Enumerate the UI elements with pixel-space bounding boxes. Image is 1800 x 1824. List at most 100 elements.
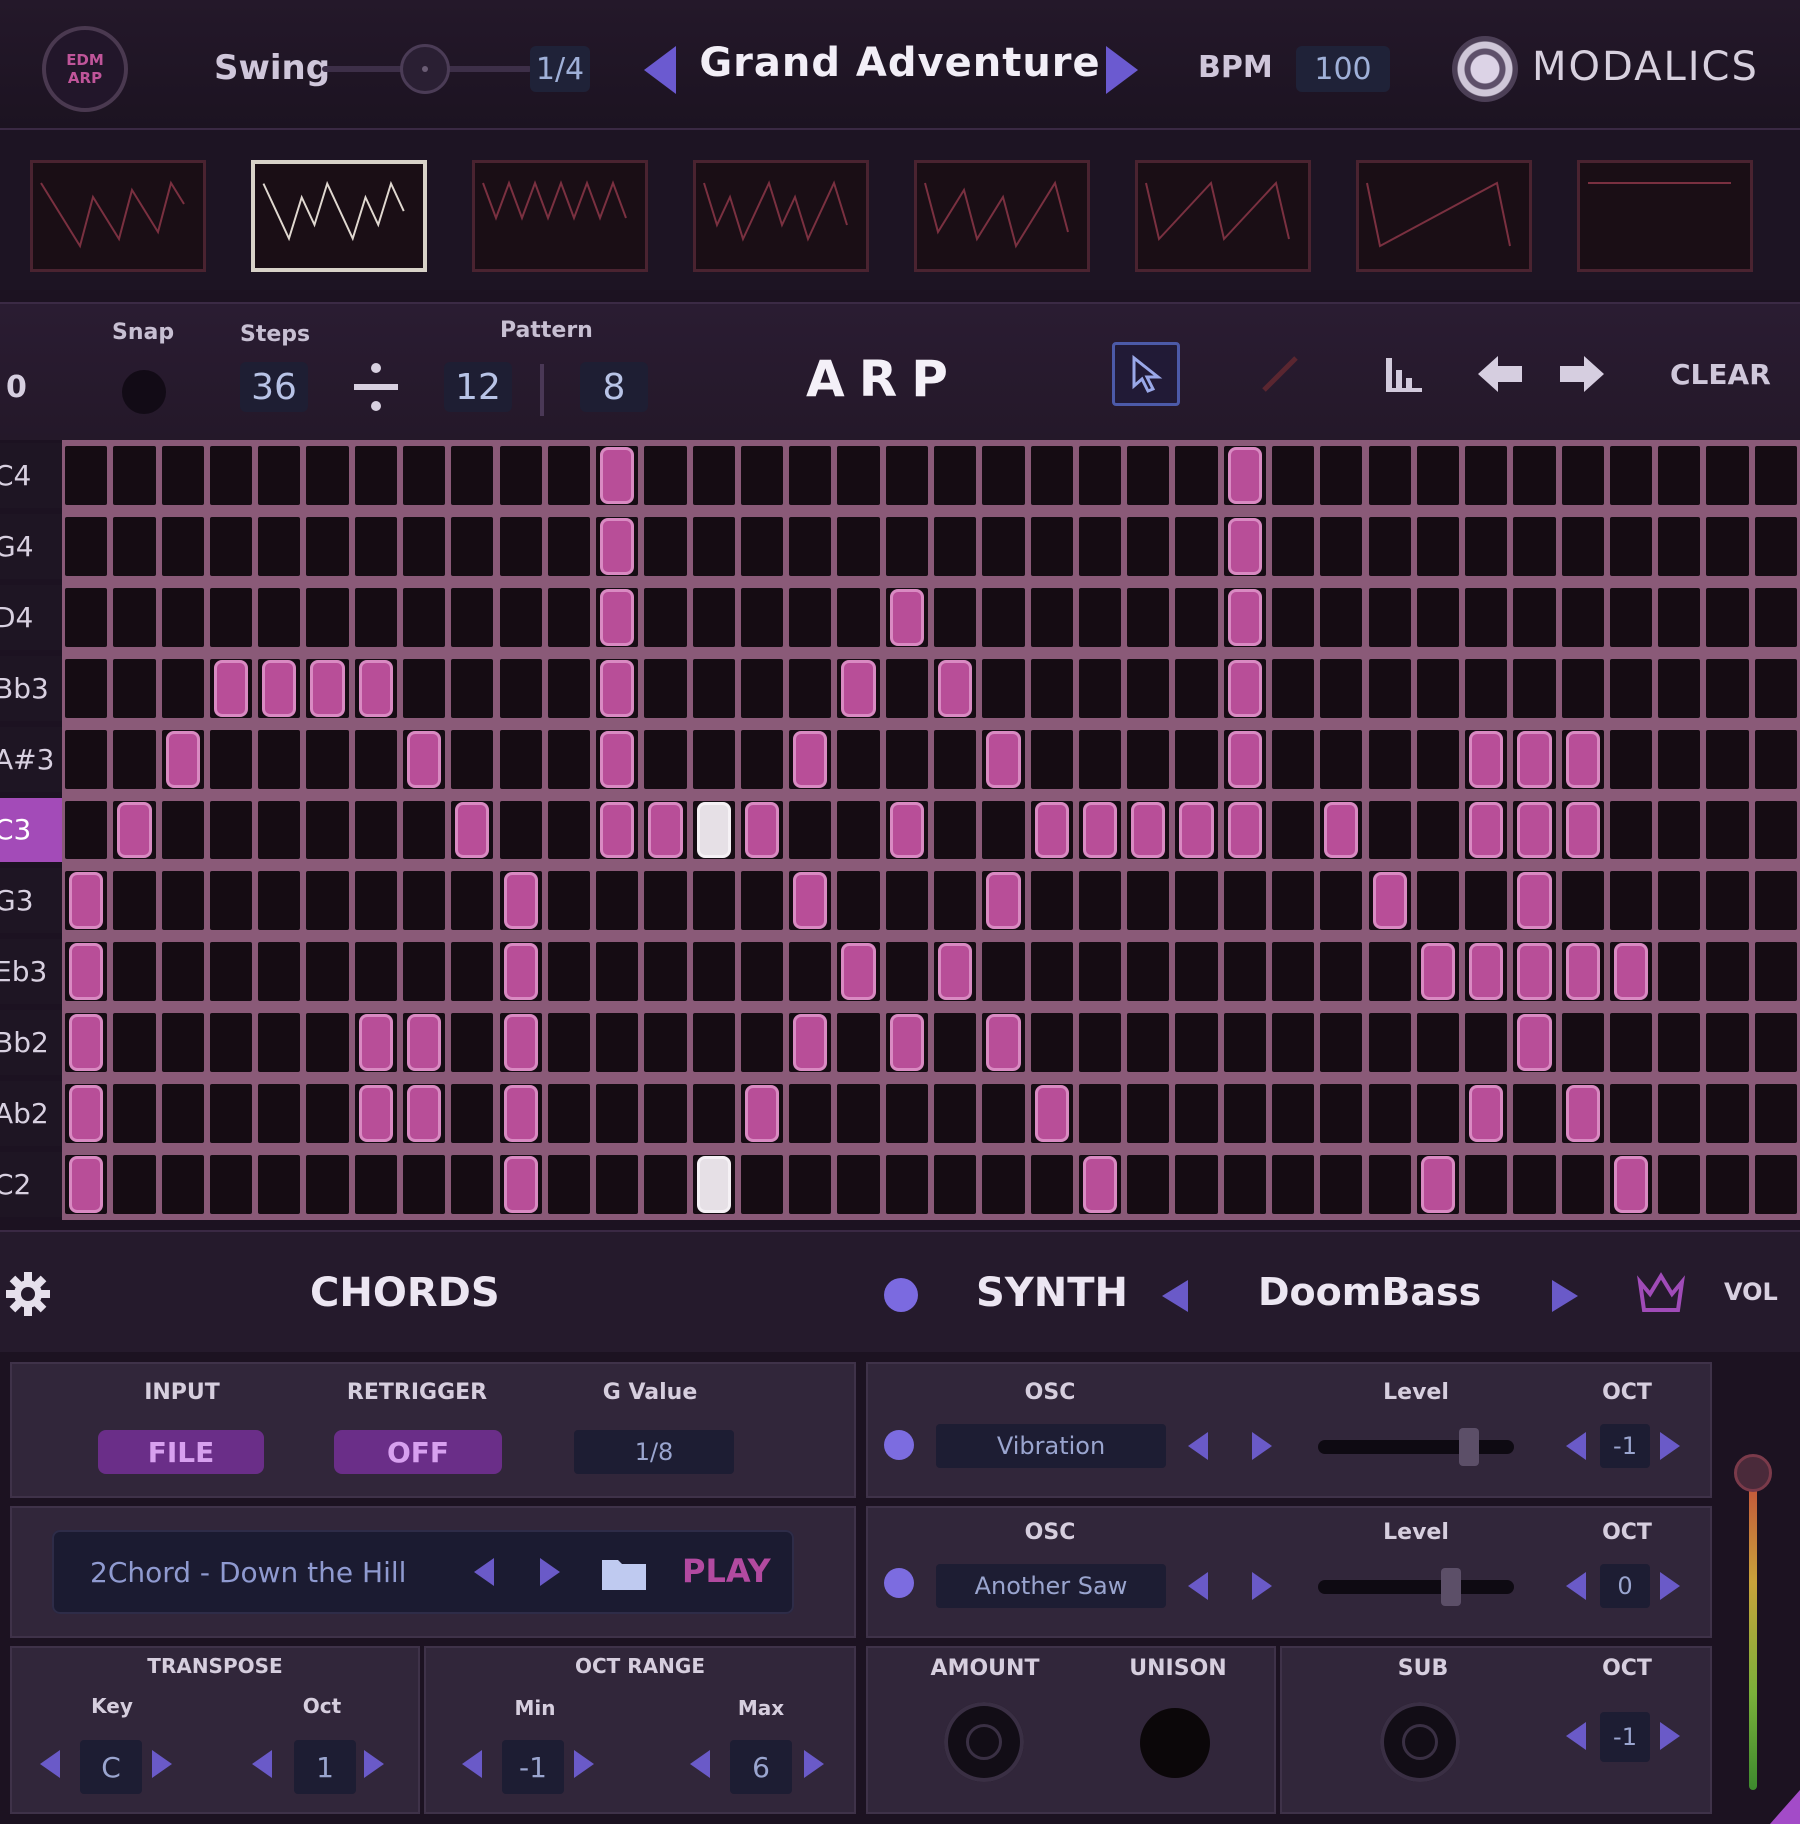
grid-cell[interactable] (402, 446, 446, 505)
grid-cell[interactable] (499, 446, 542, 505)
grid-cell[interactable] (258, 446, 301, 505)
grid-cell[interactable] (1416, 587, 1460, 647)
grid-cell[interactable] (1223, 1084, 1266, 1144)
grid-cell[interactable] (1706, 800, 1749, 860)
grid-cell[interactable] (644, 1013, 687, 1073)
arp-note[interactable] (1034, 801, 1069, 859)
osc2-level-thumb[interactable] (1441, 1568, 1462, 1606)
grid-cell[interactable] (789, 658, 832, 718)
step-grid[interactable] (62, 440, 1800, 1220)
grid-cell[interactable] (692, 1013, 735, 1073)
grid-cell[interactable] (1658, 1084, 1701, 1144)
grid-cell[interactable] (982, 1084, 1025, 1144)
steps-value[interactable]: 36 (240, 362, 308, 412)
grid-cell[interactable] (644, 658, 687, 718)
grid-cell[interactable] (1706, 446, 1749, 505)
grid-cell[interactable] (161, 1155, 204, 1214)
piano-key[interactable]: D4 (0, 584, 62, 650)
grid-cell[interactable] (1561, 871, 1604, 931)
arp-note[interactable] (358, 1014, 393, 1072)
grid-cell[interactable] (1561, 1013, 1604, 1073)
grid-cell[interactable] (692, 516, 735, 576)
grid-cell[interactable] (402, 800, 446, 860)
grid-cell[interactable] (306, 800, 349, 860)
arp-note[interactable] (69, 872, 104, 930)
arp-note[interactable] (600, 588, 635, 646)
arp-note[interactable] (986, 872, 1021, 930)
grid-cell[interactable] (209, 871, 253, 931)
resize-handle[interactable] (1770, 1790, 1800, 1824)
arp-note[interactable] (1420, 943, 1456, 1001)
piano-key[interactable]: C4 (0, 443, 62, 508)
grid-cell[interactable] (1513, 446, 1556, 505)
grid-cell[interactable] (692, 942, 735, 1002)
arp-note[interactable] (696, 1156, 731, 1213)
arp-note[interactable] (503, 872, 538, 930)
grid-cell[interactable] (1127, 871, 1170, 931)
arp-note[interactable] (793, 730, 828, 788)
grid-cell[interactable] (1706, 942, 1749, 1002)
grid-cell[interactable] (113, 729, 156, 789)
arp-note[interactable] (213, 659, 249, 717)
arp-note[interactable] (1469, 943, 1504, 1001)
arp-note[interactable] (938, 659, 973, 717)
grid-cell[interactable] (1706, 587, 1749, 647)
grid-cell[interactable] (1609, 446, 1653, 505)
arp-note[interactable] (503, 1085, 538, 1143)
arp-note[interactable] (1372, 872, 1407, 930)
arp-note[interactable] (358, 659, 393, 717)
grid-cell[interactable] (499, 587, 542, 647)
grid-cell[interactable] (1320, 871, 1363, 931)
grid-cell[interactable] (499, 800, 542, 860)
arp-note[interactable] (69, 943, 104, 1001)
grid-cell[interactable] (1658, 942, 1701, 1002)
grid-cell[interactable] (789, 587, 832, 647)
unison-toggle[interactable] (1140, 1708, 1210, 1778)
grid-cell[interactable] (1561, 658, 1604, 718)
grid-cell[interactable] (1754, 1084, 1797, 1144)
shift-left-arrow-icon[interactable] (1476, 352, 1526, 396)
synth-preset-name[interactable]: DoomBass (1258, 1270, 1481, 1314)
grid-cell[interactable] (1754, 587, 1797, 647)
grid-cell[interactable] (258, 729, 301, 789)
grid-cell[interactable] (934, 800, 977, 860)
grid-cell[interactable] (1127, 729, 1170, 789)
arp-note[interactable] (1179, 801, 1214, 859)
grid-cell[interactable] (451, 1013, 494, 1073)
grid-cell[interactable] (1030, 942, 1073, 1002)
arp-note[interactable] (406, 1085, 442, 1143)
grid-cell[interactable] (1658, 729, 1701, 789)
grid-cell[interactable] (1561, 1155, 1604, 1214)
grid-cell[interactable] (1223, 1013, 1266, 1073)
arp-note[interactable] (600, 447, 635, 504)
grid-cell[interactable] (982, 800, 1025, 860)
gear-icon[interactable] (4, 1270, 52, 1318)
grid-cell[interactable] (596, 1155, 639, 1214)
grid-cell[interactable] (1223, 1155, 1266, 1214)
grid-cell[interactable] (1271, 587, 1315, 647)
grid-cell[interactable] (209, 942, 253, 1002)
grid-cell[interactable] (837, 446, 880, 505)
arp-note[interactable] (744, 801, 780, 859)
grid-cell[interactable] (547, 871, 591, 931)
grid-cell[interactable] (451, 516, 494, 576)
input-file-button[interactable]: FILE (98, 1430, 264, 1474)
grid-cell[interactable] (258, 871, 301, 931)
grid-cell[interactable] (1754, 516, 1797, 576)
grid-cell[interactable] (692, 871, 735, 931)
grid-cell[interactable] (547, 1013, 591, 1073)
grid-cell[interactable] (596, 1013, 639, 1073)
grid-cell[interactable] (1754, 800, 1797, 860)
next-chord-file-arrow-icon[interactable] (540, 1558, 560, 1586)
grid-cell[interactable] (644, 516, 687, 576)
grid-cell[interactable] (1368, 516, 1411, 576)
osc1-oct-value[interactable]: -1 (1600, 1424, 1650, 1468)
grid-cell[interactable] (1416, 658, 1460, 718)
grid-cell[interactable] (740, 446, 784, 505)
grid-cell[interactable] (1030, 729, 1073, 789)
grid-cell[interactable] (1127, 516, 1170, 576)
grid-cell[interactable] (1030, 871, 1073, 931)
grid-cell[interactable] (547, 516, 591, 576)
arp-note[interactable] (69, 1156, 104, 1213)
grid-cell[interactable] (885, 1084, 928, 1144)
